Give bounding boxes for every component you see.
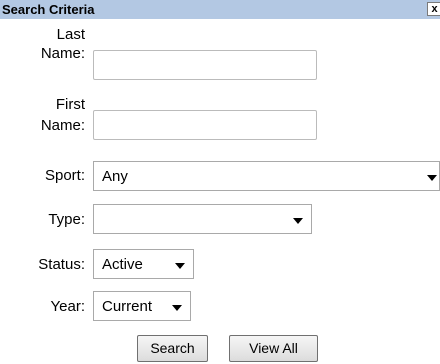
year-label: Year: xyxy=(50,298,85,315)
last-name-label-line1: Last xyxy=(56,26,85,43)
status-label: Status: xyxy=(38,256,85,273)
first-name-input[interactable] xyxy=(93,110,317,140)
panel-title: Search Criteria xyxy=(2,2,95,17)
type-label: Type: xyxy=(48,211,85,228)
last-name-input[interactable] xyxy=(93,50,317,80)
sport-select[interactable]: Any xyxy=(93,161,440,191)
close-button[interactable]: x xyxy=(427,2,440,16)
last-name-label-line2: Name: xyxy=(40,45,85,62)
first-name-label-line1: First xyxy=(55,96,85,113)
panel-header: Search Criteria x xyxy=(0,0,440,19)
sport-dropdown-arrow-icon xyxy=(427,175,437,181)
status-dropdown-arrow-icon xyxy=(175,263,185,269)
sport-selected-value: Any xyxy=(102,168,128,185)
type-dropdown-arrow-icon xyxy=(293,218,303,224)
status-select[interactable]: Active xyxy=(93,249,194,279)
type-select[interactable] xyxy=(93,204,312,234)
year-dropdown-arrow-icon xyxy=(172,305,182,311)
year-select[interactable]: Current xyxy=(93,291,191,321)
year-selected-value: Current xyxy=(102,298,153,315)
search-button[interactable]: Search xyxy=(137,335,208,362)
first-name-label-line2: Name: xyxy=(40,117,85,134)
view-all-button[interactable]: View All xyxy=(229,335,318,362)
status-selected-value: Active xyxy=(102,256,143,273)
sport-label: Sport: xyxy=(44,167,85,184)
